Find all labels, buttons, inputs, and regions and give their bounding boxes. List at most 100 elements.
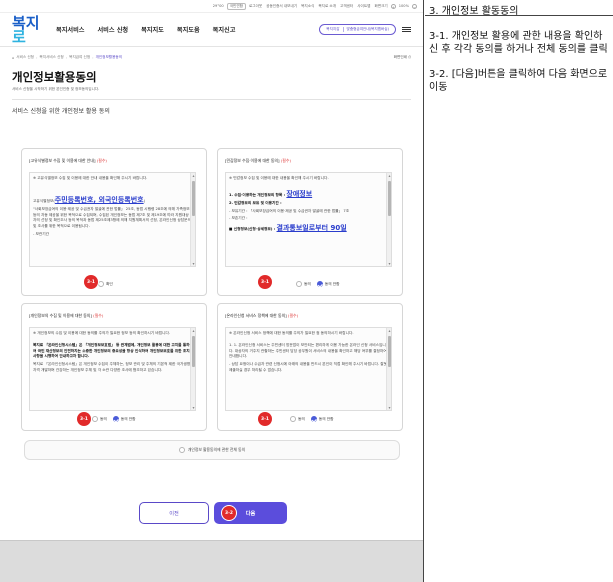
nav-welfare-help[interactable]: 복지도움 <box>177 25 200 34</box>
scrollbar[interactable]: ▴ ▾ <box>386 173 391 266</box>
radio-icon <box>92 416 98 422</box>
option-label: 동의 안함 <box>324 281 340 286</box>
cert-export-link[interactable]: 공동인증서 내보내기 <box>265 4 298 9</box>
hamburger-menu-icon[interactable] <box>402 26 411 33</box>
scrollbar[interactable]: ▴ ▾ <box>190 328 195 410</box>
terms-item: ■ 신청정보(신청·상세정보) : 결과통보일로부터 90일 <box>229 224 388 233</box>
highlight-text: 주민등록번호, 외국인등록번호 <box>54 195 144 204</box>
terms-item: 1. 수집·이용하는 개인정보의 항목 : 장애정보 <box>229 190 388 199</box>
chevron-right-icon: › <box>92 55 94 60</box>
radio-icon <box>178 447 185 453</box>
step-badge: 3-1 <box>77 412 91 426</box>
logout-link[interactable]: 로그아웃 <box>248 4 263 9</box>
agree-radio[interactable]: 동의 <box>290 416 305 422</box>
news-link[interactable]: 복지소식 <box>300 4 315 9</box>
breadcrumb-item[interactable]: 복지서비스 신청 <box>39 55 63 60</box>
zoom-in-icon[interactable]: + <box>390 3 396 9</box>
breadcrumb: ⌂ 서비스 신청 › 복지서비스 신청 › 복지급여 신청 › 개인정보활용동의… <box>0 52 423 63</box>
required-mark: (필수) <box>93 313 104 318</box>
highlight-text: 결과통보일로부터 90일 <box>276 224 347 233</box>
browser-viewport: 29°00 국민연합 로그아웃 공동인증서 내보내기 복지소식 복지로 소개 고… <box>0 0 424 582</box>
terms-scroll-box[interactable]: ※ 개인정보의 수집 및 이용에 대한 동의를 주의가 필요한 정보 등의 확인… <box>29 327 196 411</box>
terms-scroll-box[interactable]: ※ 온라인신청 서비스 정책에 대한 동의를 주의가 필요한 점 동의하시기 바… <box>225 327 392 411</box>
scroll-up-icon[interactable]: ▴ <box>191 173 195 178</box>
all-agree-row[interactable]: 개인정보 활용동의에 관한 전체 동의 <box>24 440 400 460</box>
scroll-thumb[interactable] <box>388 181 391 217</box>
radio-icon <box>296 281 302 287</box>
card-title-text: [개인정보의 수집 및 이용에 대한 동의] <box>29 313 92 318</box>
scroll-down-icon[interactable]: ▾ <box>387 405 391 410</box>
option-label: 동의 안함 <box>120 416 136 421</box>
prev-button[interactable]: 이전 <box>139 502 209 524</box>
card-title-text: [온라인신청 서비스 정책에 대한 동의] <box>225 313 287 318</box>
screenshot-stage: 29°00 국민연합 로그아웃 공동인증서 내보내기 복지소식 복지로 소개 고… <box>0 0 613 582</box>
scroll-down-icon[interactable]: ▾ <box>387 261 391 266</box>
terms-label-end: ) <box>143 198 146 203</box>
radio-checked-icon <box>316 281 323 287</box>
option-label: 동의 <box>298 416 305 421</box>
nav-service-apply[interactable]: 서비스 신청 <box>97 25 128 34</box>
scrollbar[interactable]: ▴ ▾ <box>190 173 195 266</box>
required-mark: (필수) <box>280 158 291 163</box>
scroll-thumb[interactable] <box>388 336 391 368</box>
nav-welfare-service[interactable]: 복지서비스 <box>56 25 84 34</box>
consent-card-sensitive-info: [민감정보 수집·이용에 대한 동의] (필수) ※ 민감정보 수집 및 이용에… <box>217 148 403 296</box>
scroll-up-icon[interactable]: ▴ <box>387 328 391 333</box>
scroll-up-icon[interactable]: ▴ <box>191 328 195 333</box>
home-icon[interactable]: ⌂ <box>12 56 14 60</box>
chevron-right-icon: › <box>65 55 68 60</box>
membership-link[interactable]: 맞춤형급여안내(복지멤버십) <box>347 27 389 32</box>
site-header: 복지로 복지서비스 서비스 신청 복지지도 복지도움 복지신고 복지지갑 맞춤형… <box>0 13 423 47</box>
instruction-step-2: 3-2. [다음]버튼을 클릭하여 다음 화면으로 이동 <box>429 69 608 93</box>
page-subtitle: 서비스 신청을 시작하기 위한 본인인증 및 정보동의입니다. <box>12 87 100 91</box>
scroll-down-icon[interactable]: ▾ <box>191 405 195 410</box>
highlight-text: 장애정보 <box>286 189 313 198</box>
disagree-radio[interactable]: 동의 안함 <box>112 416 136 422</box>
nav-welfare-report[interactable]: 복지신고 <box>213 25 236 34</box>
user-name-button[interactable]: 국민연합 <box>226 2 246 10</box>
agree-radio[interactable]: 동의 <box>296 281 311 287</box>
print-label: 화면인쇄 <box>393 55 407 59</box>
terms-text: 복지로 「온라인신청시스템」은 개인정보 수집이 주체하는, 정보 관리 및 주… <box>33 362 191 372</box>
scroll-up-icon[interactable]: ▴ <box>387 173 391 178</box>
instruction-panel: 3. 개인정보 활동동의 3-1. 개인정보 활용에 관한 내용을 확인하신 후… <box>425 0 613 582</box>
scrollbar[interactable]: ▴ ▾ <box>386 328 391 410</box>
scroll-thumb[interactable] <box>192 181 195 217</box>
terms-item: 고유식별정보(주민등록번호, 외국인등록번호) <box>33 196 192 205</box>
zoom-out-icon[interactable]: − <box>412 3 417 9</box>
terms-text: ※ 온라인신청 서비스 정책에 대한 동의를 주의가 필요한 점 동의하시기 바… <box>229 331 354 335</box>
bokjiro-logo[interactable]: 복지로 <box>12 15 42 44</box>
breadcrumb-item[interactable]: 서비스 신청 <box>16 55 34 60</box>
disagree-radio[interactable]: 동의 안함 <box>310 416 334 422</box>
card-title: [온라인신청 서비스 정책에 대한 동의] (필수) <box>225 313 298 319</box>
pill-divider <box>342 27 344 32</box>
sitemap-link[interactable]: 사이트맵 <box>356 4 371 9</box>
next-label: 다음 <box>245 510 256 517</box>
chevron-right-icon: › <box>35 55 38 60</box>
terms-scroll-box[interactable]: ※ 고유식별정보 수집 및 이용에 대한 안내 내용을 확인해 주시기 바랍니다… <box>29 172 196 267</box>
terms-scroll-box[interactable]: ※ 민감정보 수집 및 이용에 대한 내용을 확인해 주시기 바랍니다. 1. … <box>225 172 392 267</box>
scroll-down-icon[interactable]: ▾ <box>191 261 195 266</box>
print-link[interactable]: 화면인쇄 ⎙ <box>394 55 411 60</box>
scroll-thumb[interactable] <box>192 336 195 368</box>
all-agree-label: 개인정보 활용동의에 관한 전체 동의 <box>187 447 246 452</box>
terms-text: ※ 고유식별정보 수집 및 이용에 대한 안내 내용을 확인해 주시기 바랍니다… <box>33 176 148 180</box>
step-badge: 3-1 <box>84 275 98 289</box>
terms-text: ※ 개인정보의 수집 및 이용에 대한 동의를 주의가 필요한 정보 등의 확인… <box>33 331 171 335</box>
instruction-step-1: 3-1. 개인정보 활용에 관한 내용을 확인하신 후 각각 동의를 하거나 전… <box>429 31 608 55</box>
option-label: 동의 안함 <box>318 416 334 421</box>
breadcrumb-current: 개인정보활용동의 <box>95 55 123 59</box>
about-link[interactable]: 복지로 소개 <box>317 4 337 9</box>
nav-welfare-map[interactable]: 복지지도 <box>141 25 164 34</box>
radio-icon <box>98 281 104 287</box>
breadcrumb-item[interactable]: 복지급여 신청 <box>69 55 90 60</box>
welfare-wallet-link[interactable]: 복지지갑 <box>326 27 339 32</box>
utility-bar: 29°00 국민연합 로그아웃 공동인증서 내보내기 복지소식 복지로 소개 고… <box>0 0 423 13</box>
confirm-radio[interactable]: 확인 <box>98 281 113 287</box>
terms-text: 1. 1. 온라인신청 서비스는 주민센터 방문없이 보안되는 편리하게 이용 … <box>229 342 387 359</box>
disagree-radio[interactable]: 동의 안함 <box>316 281 340 287</box>
step-badge: 3-1 <box>258 412 272 426</box>
support-link[interactable]: 고객센터 <box>339 4 354 9</box>
main-nav: 복지서비스 서비스 신청 복지지도 복지도움 복지신고 <box>56 25 235 34</box>
agree-radio[interactable]: 동의 <box>92 416 107 422</box>
